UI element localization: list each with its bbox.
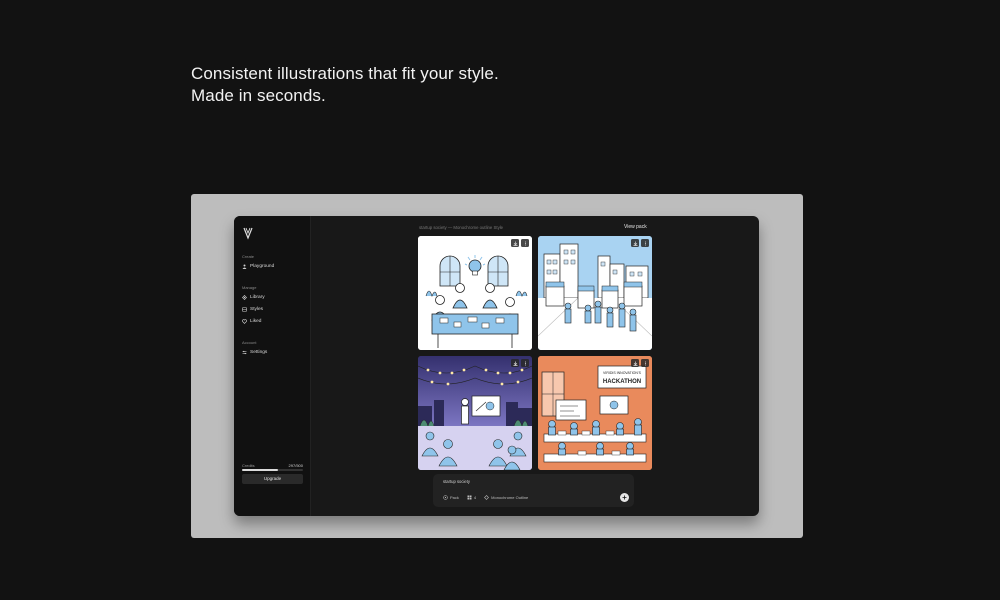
sidebar-item-styles[interactable]: Styles [242, 307, 263, 312]
sidebar-item-label: Playground [250, 264, 275, 269]
download-icon [633, 361, 637, 366]
street-fair-illustration [538, 236, 652, 350]
sidebar-item-label: Liked [250, 319, 262, 324]
pack-chip-label: Pack [450, 495, 459, 500]
styles-icon [242, 307, 247, 312]
app-window: Create Playground Manage Library Styles … [234, 216, 759, 516]
download-button[interactable] [631, 239, 639, 247]
credits-progress-bar [242, 469, 303, 471]
prompt-options: Pack 4 Monochrome Outline [443, 495, 528, 500]
breadcrumb: startup society — Monochrome outline Sty… [419, 225, 504, 230]
showcase-frame: Create Playground Manage Library Styles … [191, 194, 803, 538]
more-options-button[interactable] [641, 359, 649, 367]
section-label-manage: Manage [242, 285, 257, 290]
sidebar-item-library[interactable]: Library [242, 295, 265, 300]
sidebar-item-label: Settings [250, 350, 268, 355]
user-icon [242, 264, 247, 269]
more-options-button[interactable] [521, 239, 529, 247]
headline-line-1: Consistent illustrations that fit your s… [191, 64, 499, 83]
download-icon [513, 361, 517, 366]
upgrade-button[interactable]: Upgrade [242, 474, 303, 484]
style-chip[interactable]: Monochrome Outline [484, 495, 528, 500]
view-pack-link[interactable]: View pack [624, 224, 647, 230]
download-button[interactable] [631, 359, 639, 367]
hero-headline: Consistent illustrations that fit your s… [191, 63, 499, 107]
team-workshop-illustration [418, 236, 532, 350]
sidebar: Create Playground Manage Library Styles … [234, 216, 311, 516]
sidebar-item-liked[interactable]: Liked [242, 319, 261, 324]
image-card-4[interactable]: VIRIDIS INNOVATION'S HACKATHON [538, 356, 652, 470]
image-card-3[interactable] [418, 356, 532, 470]
count-chip[interactable]: 4 [467, 495, 476, 500]
more-options-button[interactable] [641, 239, 649, 247]
heart-icon [242, 319, 247, 324]
download-icon [633, 241, 637, 246]
prompt-box[interactable]: startup society Pack 4 Monochrome Outlin… [433, 474, 634, 507]
download-button[interactable] [511, 359, 519, 367]
section-label-create: Create [242, 254, 255, 259]
count-chip-label: 4 [473, 495, 477, 500]
headline-line-2: Made in seconds. [191, 86, 326, 105]
image-card-1[interactable] [418, 236, 532, 350]
sliders-icon [242, 350, 247, 355]
send-button[interactable] [620, 493, 629, 502]
pack-chip[interactable]: Pack [443, 495, 459, 500]
sidebar-item-settings[interactable]: Settings [242, 350, 267, 355]
download-icon [513, 241, 517, 246]
count-icon [467, 495, 472, 500]
pack-icon [443, 495, 448, 500]
style-chip-label: Monochrome Outline [491, 495, 529, 500]
prompt-input[interactable]: startup society [443, 479, 470, 484]
rooftop-presentation-illustration [418, 356, 532, 470]
hackathon-banner-text: HACKATHON [603, 379, 641, 385]
download-button[interactable] [511, 239, 519, 247]
credits-count: 297/500 [288, 463, 303, 468]
image-card-2[interactable] [538, 236, 652, 350]
sidebar-item-label: Styles [250, 307, 264, 312]
section-label-account: Account [242, 340, 257, 345]
svg-text:VIRIDIS INNOVATION'S: VIRIDIS INNOVATION'S [603, 371, 642, 375]
more-vertical-icon [644, 361, 646, 365]
more-options-button[interactable] [521, 359, 529, 367]
credits-progress-fill [242, 469, 278, 471]
library-icon [242, 295, 247, 300]
more-vertical-icon [524, 241, 526, 245]
more-vertical-icon [644, 241, 646, 245]
sidebar-item-label: Library [250, 295, 265, 300]
more-vertical-icon [524, 361, 526, 365]
logo-icon[interactable] [242, 226, 254, 240]
credits-label: Credits [242, 463, 255, 468]
plus-icon [622, 495, 627, 500]
hackathon-illustration: VIRIDIS INNOVATION'S HACKATHON [538, 356, 652, 470]
sidebar-item-playground[interactable]: Playground [242, 264, 274, 269]
style-icon [484, 495, 490, 500]
credits-row: Credits 297/500 [242, 463, 303, 468]
